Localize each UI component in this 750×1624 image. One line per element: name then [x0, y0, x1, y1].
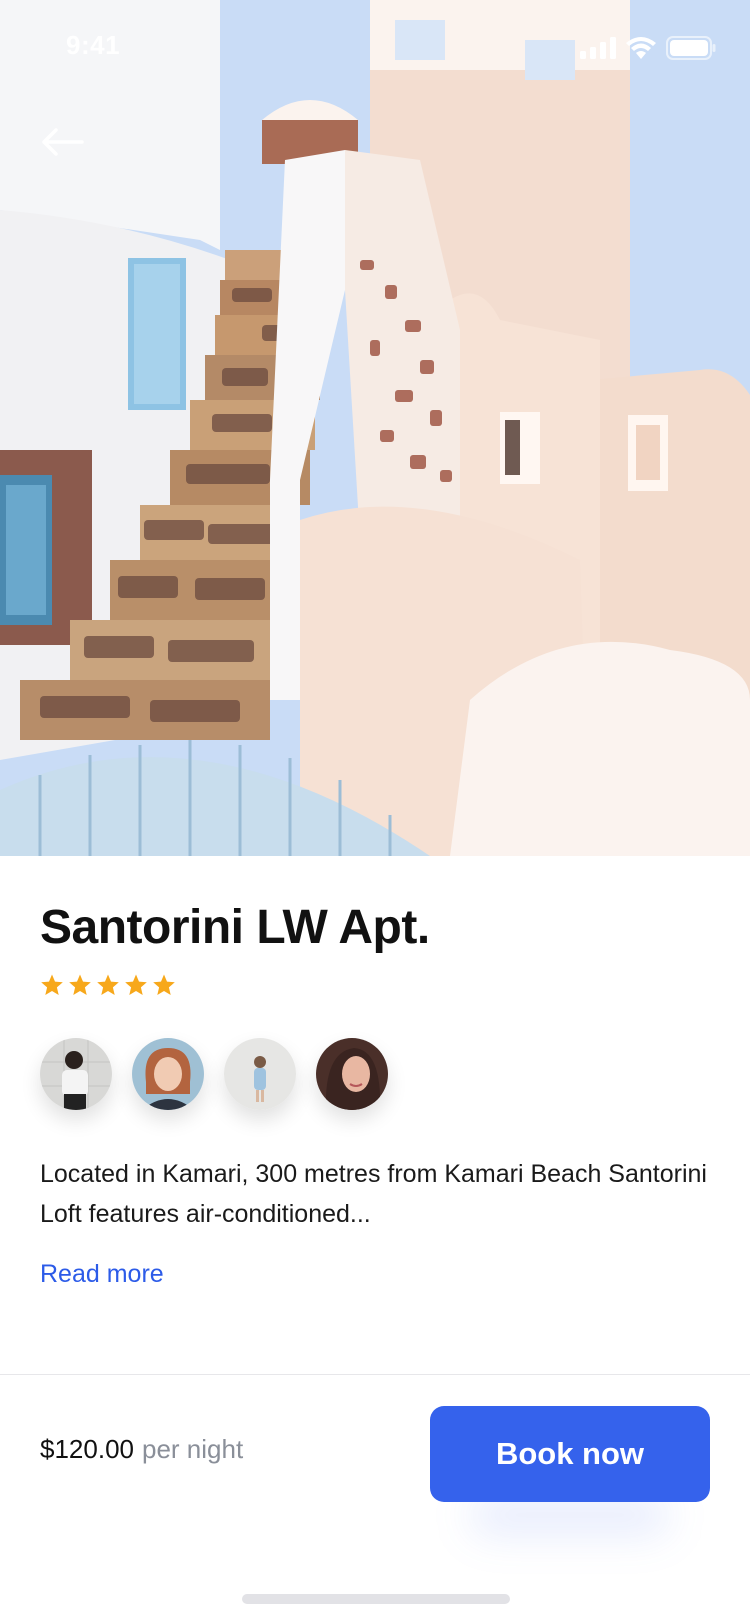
back-button[interactable] [32, 112, 92, 172]
listing-title: Santorini LW Apt. [40, 901, 430, 954]
price-amount: $120.00 [40, 1434, 134, 1464]
read-more-link[interactable]: Read more [40, 1260, 164, 1289]
avatar[interactable] [316, 1038, 388, 1110]
star-icon [125, 974, 147, 995]
avatar[interactable] [40, 1038, 112, 1110]
star-icon [97, 974, 119, 995]
arrow-left-icon [42, 128, 84, 156]
status-bar: 9:41 [0, 0, 750, 94]
status-time: 9:41 [66, 30, 121, 60]
star-icon [41, 974, 63, 995]
avatar[interactable] [224, 1038, 296, 1110]
listing-description: Located in Kamari, 300 metres from Kamar… [40, 1160, 707, 1228]
price-info: $120.00 per night [40, 1434, 243, 1465]
star-icon [153, 974, 175, 995]
battery-icon [666, 36, 716, 60]
rating-stars [40, 973, 176, 997]
status-icons [580, 36, 716, 60]
star-icon [69, 974, 91, 995]
price-unit: per night [141, 1434, 244, 1464]
hero-photo: 9:41 [0, 0, 750, 856]
avatar[interactable] [132, 1038, 204, 1110]
wifi-icon [626, 37, 656, 59]
guest-avatars [40, 1038, 388, 1110]
book-now-button[interactable]: Book now [430, 1406, 710, 1502]
santorini-building-image [0, 0, 750, 856]
divider [0, 1374, 750, 1375]
cellular-signal-icon [580, 37, 616, 59]
home-indicator[interactable] [242, 1594, 510, 1604]
